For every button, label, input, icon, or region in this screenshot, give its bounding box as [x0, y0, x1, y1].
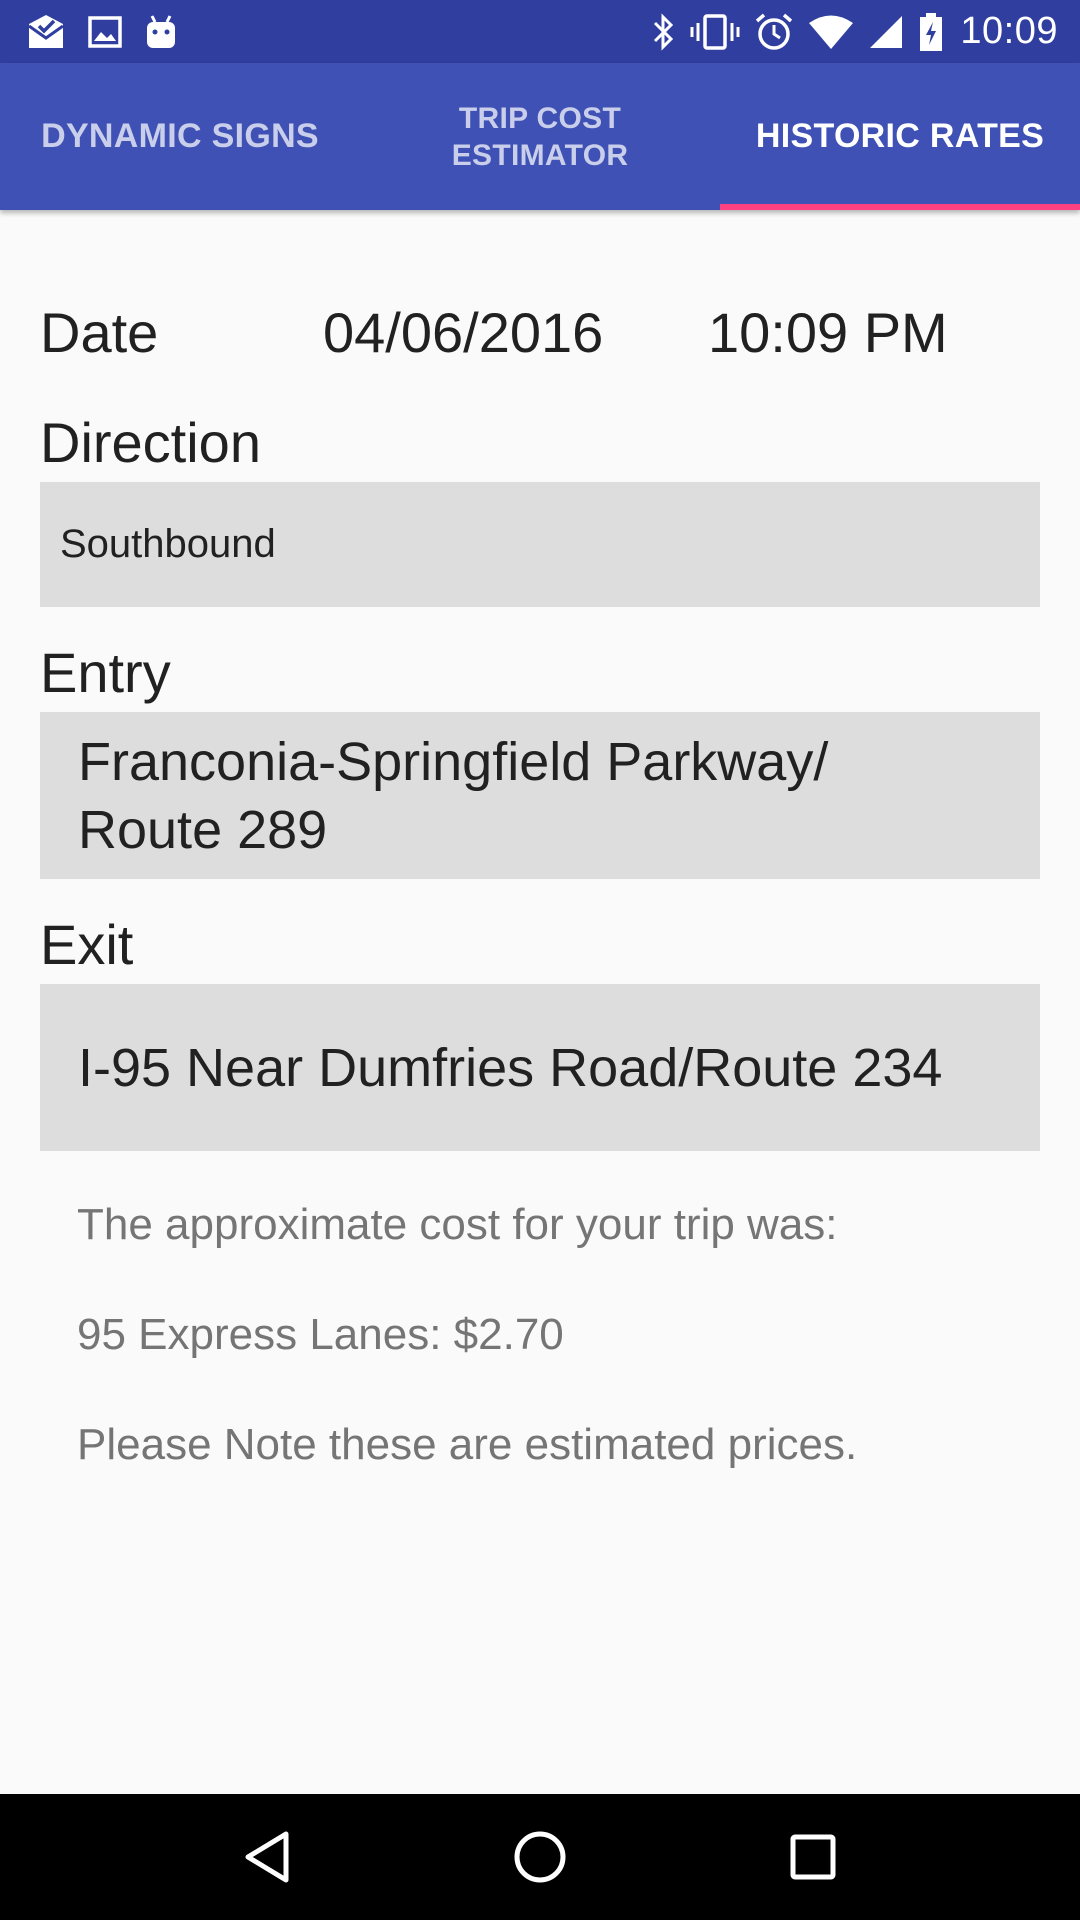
recents-icon[interactable]	[773, 1817, 853, 1897]
status-right: 10:09	[638, 10, 1058, 53]
tab-label-line2: ESTIMATOR	[451, 138, 629, 172]
entry-value-line1: Franconia-Springfield Parkway/	[78, 731, 829, 792]
time-picker[interactable]: 10:09 PM	[708, 300, 948, 365]
direction-spinner[interactable]: Southbound	[40, 482, 1040, 607]
trip-cost-value: 95 Express Lanes: $2.70	[77, 1310, 564, 1359]
tab-bar: DYNAMIC SIGNS TRIP COST ESTIMATOR HISTOR…	[0, 63, 1080, 210]
wifi-icon	[808, 14, 854, 50]
android-icon	[144, 14, 178, 50]
mail-check-icon	[26, 14, 66, 50]
tab-historic-rates[interactable]: HISTORIC RATES	[720, 63, 1080, 210]
tab-trip-cost-estimator-label: TRIP COST ESTIMATOR	[452, 100, 629, 174]
date-row: Date 04/06/2016 10:09 PM	[40, 300, 1040, 370]
alarm-icon	[754, 12, 794, 52]
exit-spinner[interactable]: I-95 Near Dumfries Road/Route 234	[40, 984, 1040, 1151]
tab-historic-rates-label: HISTORIC RATES	[755, 117, 1045, 155]
signal-icon	[868, 14, 904, 50]
date-picker[interactable]: 04/06/2016	[323, 300, 603, 365]
entry-value-line2: Route 289	[78, 799, 328, 860]
home-icon[interactable]	[500, 1817, 580, 1897]
direction-label: Direction	[40, 411, 261, 474]
date-label: Date	[40, 301, 159, 364]
estimate-note: Please Note these are estimated prices.	[77, 1420, 858, 1469]
bluetooth-icon	[652, 12, 676, 51]
image-icon	[88, 15, 122, 48]
entry-spinner[interactable]: Franconia-Springfield Parkway/ Route 289	[40, 712, 1040, 879]
tab-trip-cost-estimator[interactable]: TRIP COST ESTIMATOR	[360, 63, 720, 210]
exit-label: Exit	[40, 913, 134, 976]
status-left	[26, 14, 200, 50]
exit-value: I-95 Near Dumfries Road/Route 234	[78, 1037, 943, 1098]
tab-dynamic-signs-label: DYNAMIC SIGNS	[41, 117, 319, 155]
entry-value: Franconia-Springfield Parkway/ Route 289	[78, 728, 828, 864]
battery-charging-icon	[918, 12, 944, 52]
vibrate-icon	[690, 13, 740, 51]
entry-label: Entry	[40, 641, 171, 704]
direction-value: Southbound	[60, 522, 276, 566]
back-icon[interactable]	[227, 1817, 307, 1897]
trip-cost-intro: The approximate cost for your trip was:	[77, 1200, 838, 1249]
tab-label-line1: TRIP COST	[458, 101, 622, 135]
status-bar: 10:09	[0, 0, 1080, 63]
status-clock: 10:09	[960, 10, 1058, 52]
navigation-bar	[0, 1794, 1080, 1920]
tab-dynamic-signs[interactable]: DYNAMIC SIGNS	[0, 63, 360, 210]
